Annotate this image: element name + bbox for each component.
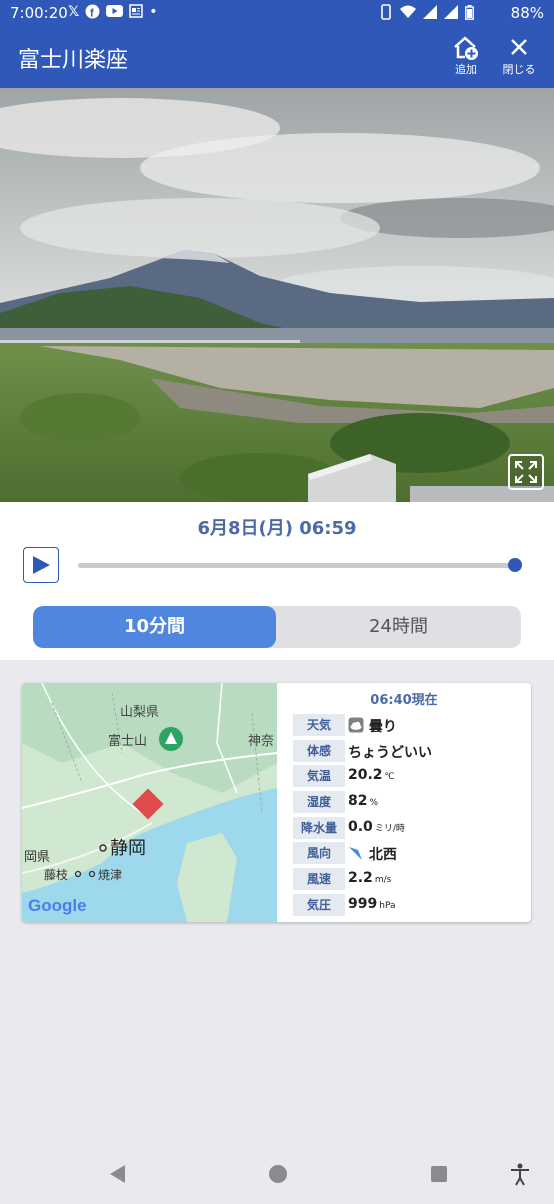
location-map[interactable]: 山梨県 富士山 神奈 岡県 静岡 藤枝 焼津 Google <box>22 683 278 922</box>
wifi-icon <box>399 5 416 18</box>
close-label: 閉じる <box>502 63 536 76</box>
weather-value: 2.2 m/s <box>348 870 392 886</box>
tab-24hours[interactable]: 24時間 <box>276 606 521 648</box>
battery-level: 88% <box>510 4 544 22</box>
svg-text:f: f <box>90 8 94 20</box>
weather-as-of: 06:40現在 <box>370 693 438 708</box>
map-label-shizuoka-pref: 岡県 <box>24 850 50 865</box>
weather-label: 気温 <box>293 765 345 787</box>
status-bar: 7:00:20 𝕏 f • 88% <box>0 0 554 27</box>
play-button[interactable] <box>23 547 59 583</box>
add-button[interactable]: 追加 <box>444 35 488 77</box>
status-notification-icons: 𝕏 f • <box>68 4 158 23</box>
weather-label: 風向 <box>293 842 345 864</box>
camera-scene <box>0 88 554 502</box>
weather-value: 999 hPa <box>348 896 396 912</box>
weather-value: 0.0 ミリ/時 <box>348 819 405 835</box>
weather-label: 湿度 <box>293 791 345 813</box>
weather-value: 北西 <box>348 844 397 864</box>
signal-icon <box>422 5 437 19</box>
add-label: 追加 <box>455 63 477 76</box>
home-icon[interactable] <box>269 1165 287 1183</box>
recents-icon[interactable] <box>431 1166 447 1182</box>
app-bar: 富士川楽座 追加 閉じる <box>0 27 554 88</box>
weather-card: 山梨県 富士山 神奈 岡県 静岡 藤枝 焼津 Google 06:40現在 天気… <box>22 683 531 922</box>
period-tabs: 10分間 24時間 <box>33 606 521 648</box>
battery-icon <box>465 5 474 20</box>
map-label-fujisan: 富士山 <box>108 733 147 749</box>
map-label-fujieda: 藤枝 <box>44 867 68 882</box>
vibrate-icon <box>381 4 392 20</box>
weather-label: 降水量 <box>293 817 345 839</box>
weather-label: 天気 <box>293 714 345 736</box>
youtube-icon <box>106 4 124 23</box>
dot-icon: • <box>149 4 158 20</box>
system-navigation-bar <box>0 1150 554 1200</box>
weather-value: ちょうどいい <box>348 745 432 761</box>
signal2-icon <box>443 5 458 19</box>
weather-label: 気圧 <box>293 894 345 916</box>
fullscreen-icon <box>515 461 537 483</box>
x-icon: 𝕏 <box>68 4 80 20</box>
close-button[interactable]: 閉じる <box>497 35 541 77</box>
close-icon <box>497 35 541 61</box>
weather-value: 曇り <box>348 716 397 736</box>
facebook-icon: f <box>85 4 100 23</box>
cloud-icon <box>348 717 364 733</box>
news-icon <box>129 4 144 23</box>
status-time: 7:00:20 <box>10 4 68 22</box>
map-label-kanagawa: 神奈 <box>248 734 274 749</box>
map-label-yaizu: 焼津 <box>98 868 122 882</box>
wind-arrow-icon <box>349 847 362 860</box>
weather-value: 20.2 ℃ <box>348 767 395 783</box>
weather-label: 風速 <box>293 868 345 890</box>
timeline-slider-handle[interactable] <box>508 558 522 572</box>
fullscreen-button[interactable] <box>508 454 544 490</box>
google-logo: Google <box>28 896 87 915</box>
back-icon[interactable] <box>110 1165 125 1183</box>
accessibility-icon[interactable] <box>511 1163 529 1186</box>
live-camera-image <box>0 88 554 502</box>
timeline-slider[interactable] <box>78 563 515 568</box>
add-home-icon <box>444 35 488 61</box>
weather-label: 体感 <box>293 740 345 762</box>
playback-panel: 6月8日(月) 06:59 10分間 24時間 <box>0 502 554 660</box>
map-label-shizuoka-city: 静岡 <box>110 838 146 859</box>
weather-value: 82% <box>348 793 379 809</box>
map-label-yamanashi: 山梨県 <box>120 705 159 720</box>
page-title: 富士川楽座 <box>18 48 129 73</box>
play-icon <box>33 556 50 574</box>
system-status-icons <box>380 4 474 21</box>
image-datetime: 6月8日(月) 06:59 <box>197 518 357 539</box>
weather-info: 06:40現在 天気 曇り 体感 ちょうどいい 気温 20.2 ℃ 湿度 82% … <box>277 683 531 922</box>
tab-10min[interactable]: 10分間 <box>33 606 276 648</box>
